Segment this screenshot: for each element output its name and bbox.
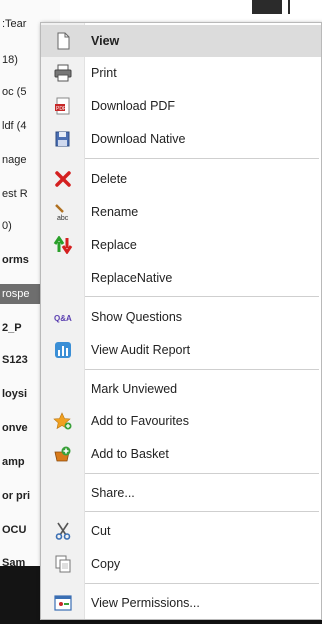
menu-item-label: Download Native xyxy=(91,132,186,146)
menu-item-view-permissions[interactable]: View Permissions... xyxy=(41,587,321,619)
menu-item-label: Replace xyxy=(91,238,137,252)
delete-x-icon xyxy=(53,170,73,188)
menu-item-label: Download PDF xyxy=(91,99,176,113)
menu-item-label: View Permissions... xyxy=(91,596,200,610)
menu-separator xyxy=(85,473,319,474)
menu-item-delete[interactable]: Delete xyxy=(41,163,321,195)
star-plus-icon xyxy=(53,412,73,430)
copy-icon xyxy=(53,555,73,573)
basket-plus-icon xyxy=(53,445,73,463)
save-icon xyxy=(53,130,73,148)
pdf-icon: PDF xyxy=(53,97,73,115)
menu-item-label: Delete xyxy=(91,172,128,186)
scissors-icon xyxy=(53,522,73,540)
context-menu: View Print PDF Download PDF Download Nat… xyxy=(40,22,322,620)
window-titlebar-gap xyxy=(282,0,288,14)
svg-text:abc: abc xyxy=(57,215,69,221)
menu-item-replace-native[interactable]: ReplaceNative xyxy=(41,262,321,294)
menu-separator xyxy=(85,296,319,297)
menu-item-label: Mark Unviewed xyxy=(91,382,178,396)
permissions-icon xyxy=(53,594,73,612)
menu-item-view-audit-report[interactable]: View Audit Report xyxy=(41,334,321,366)
menu-separator xyxy=(85,369,319,370)
menu-item-label: Show Questions xyxy=(91,310,183,324)
menu-item-label: Add to Favourites xyxy=(91,414,189,428)
menu-item-label: Rename xyxy=(91,205,139,219)
rename-abc-icon: abc xyxy=(53,203,73,222)
menu-item-copy[interactable]: Copy xyxy=(41,548,321,580)
qa-icon: Q&A xyxy=(53,308,73,326)
page-icon xyxy=(53,32,73,50)
menu-item-label: Share... xyxy=(91,486,135,500)
menu-item-download-native[interactable]: Download Native xyxy=(41,123,321,155)
menu-item-share[interactable]: Share... xyxy=(41,477,321,509)
menu-item-add-to-favourites[interactable]: Add to Favourites xyxy=(41,405,321,437)
menu-item-label: Cut xyxy=(91,524,111,538)
menu-separator xyxy=(85,583,319,584)
menu-item-label: View Audit Report xyxy=(91,343,191,357)
menu-item-mark-unviewed[interactable]: Mark Unviewed xyxy=(41,373,321,405)
audit-chart-icon xyxy=(53,341,73,359)
menu-item-label: Copy xyxy=(91,557,121,571)
menu-item-download-pdf[interactable]: PDF Download PDF xyxy=(41,90,321,122)
menu-item-label: View xyxy=(91,34,120,48)
menu-item-label: Print xyxy=(91,66,117,80)
svg-text:PDF: PDF xyxy=(56,106,66,112)
menu-item-rename[interactable]: abc Rename xyxy=(41,196,321,228)
svg-text:Q&A: Q&A xyxy=(54,314,72,323)
menu-item-label: Add to Basket xyxy=(91,447,169,461)
menu-item-view[interactable]: View xyxy=(41,25,321,57)
menu-separator xyxy=(85,511,319,512)
menu-item-replace[interactable]: Replace xyxy=(41,229,321,261)
menu-item-add-to-basket[interactable]: Add to Basket xyxy=(41,438,321,470)
menu-item-cut[interactable]: Cut xyxy=(41,515,321,547)
menu-item-label: ReplaceNative xyxy=(91,271,173,285)
menu-item-show-questions[interactable]: Q&A Show Questions xyxy=(41,301,321,333)
replace-arrows-icon xyxy=(53,235,73,255)
printer-icon xyxy=(53,64,73,82)
menu-item-print[interactable]: Print xyxy=(41,57,321,89)
menu-separator xyxy=(85,158,319,159)
